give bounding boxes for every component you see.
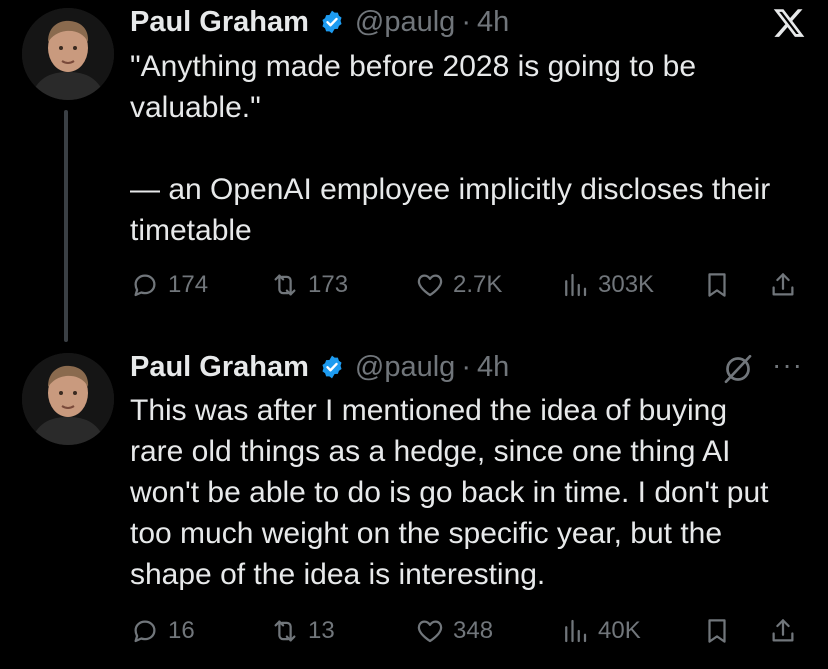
reply-button[interactable]: 16 — [130, 611, 195, 651]
author-handle[interactable]: @paulg — [355, 351, 455, 384]
share-button[interactable] — [768, 611, 798, 651]
more-icon[interactable]: ··· — [772, 351, 812, 383]
tweet-text: This was after I mentioned the idea of b… — [130, 394, 769, 591]
tweet-header: Paul Graham @paulg · 4h — [130, 2, 509, 42]
tweet-reply[interactable]: Paul Graham @paulg · 4h ··· This was aft… — [0, 335, 828, 669]
share-icon — [772, 619, 794, 642]
like-button[interactable]: 348 — [415, 611, 493, 651]
action-bar: 174 173 2.7K 303K — [130, 265, 810, 305]
repost-count: 13 — [308, 617, 335, 644]
author-handle[interactable]: @paulg — [355, 6, 455, 39]
tweet-main[interactable]: Paul Graham @paulg · 4h "Anything made b… — [0, 0, 828, 342]
repost-count: 173 — [308, 271, 349, 298]
reply-icon — [134, 620, 156, 643]
repost-button[interactable]: 173 — [270, 265, 348, 305]
timestamp[interactable]: 4h — [477, 6, 509, 39]
like-count: 348 — [453, 617, 494, 644]
author-name[interactable]: Paul Graham — [130, 6, 309, 39]
x-logo-icon[interactable] — [772, 6, 806, 40]
separator: · — [461, 350, 471, 383]
action-bar: 16 13 348 40K — [130, 611, 810, 651]
tweet-header: Paul Graham @paulg · 4h — [130, 347, 509, 387]
bookmark-button[interactable] — [702, 611, 732, 651]
timestamp[interactable]: 4h — [477, 351, 509, 384]
verified-badge-icon — [322, 10, 342, 34]
like-count: 2.7K — [453, 271, 503, 298]
views-button[interactable]: 303K — [560, 265, 654, 305]
repost-icon — [274, 274, 296, 296]
thread-line — [64, 110, 68, 342]
avatar[interactable] — [22, 353, 114, 445]
verified-badge-icon — [322, 355, 342, 379]
reply-button[interactable]: 174 — [130, 265, 208, 305]
avatar[interactable] — [22, 8, 114, 100]
views-chart-icon — [565, 619, 587, 643]
bookmark-icon — [708, 619, 726, 643]
views-count: 40K — [598, 617, 641, 644]
heart-icon — [417, 274, 443, 297]
tweet-text: "Anything made before 2028 is going to b… — [130, 50, 771, 247]
reply-icon — [134, 274, 156, 297]
reply-count: 16 — [168, 617, 195, 644]
author-name[interactable]: Paul Graham — [130, 351, 309, 384]
heart-icon — [417, 620, 443, 643]
views-chart-icon — [565, 273, 587, 297]
views-button[interactable]: 40K — [560, 611, 641, 651]
like-button[interactable]: 2.7K — [415, 265, 502, 305]
bookmark-button[interactable] — [702, 265, 732, 305]
repost-button[interactable]: 13 — [270, 611, 335, 651]
repost-icon — [274, 620, 296, 642]
views-count: 303K — [598, 271, 655, 298]
share-icon — [772, 273, 794, 296]
bookmark-icon — [708, 273, 726, 297]
reply-count: 174 — [168, 271, 209, 298]
grok-icon[interactable] — [720, 351, 756, 387]
separator: · — [461, 5, 471, 38]
share-button[interactable] — [768, 265, 798, 305]
